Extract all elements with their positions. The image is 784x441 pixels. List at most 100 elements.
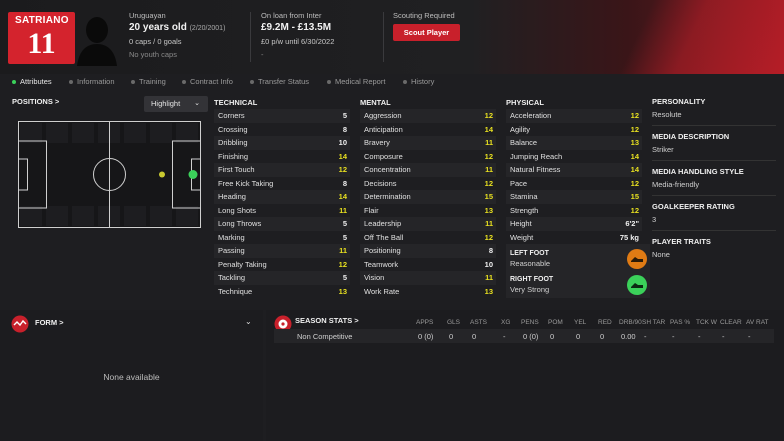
physical-row[interactable]: Height 6'2": [506, 217, 642, 231]
mental-row[interactable]: Teamwork 10: [360, 257, 496, 271]
tab-training[interactable]: Training: [131, 77, 166, 86]
attribute-value: 13: [484, 286, 493, 296]
technical-row[interactable]: Tackling 5: [214, 271, 350, 285]
column-header[interactable]: TCK W: [696, 319, 717, 326]
mental-row[interactable]: Positioning 8: [360, 244, 496, 258]
column-header[interactable]: XG: [501, 319, 510, 326]
personality-value: Resolute: [652, 110, 682, 119]
attribute-name: Concentration: [364, 165, 411, 175]
technical-row[interactable]: Crossing 8: [214, 122, 350, 136]
column-header[interactable]: GLS: [447, 319, 460, 326]
divider: [652, 230, 776, 231]
attribute-value: 12: [338, 165, 347, 175]
technical-row[interactable]: Passing 11: [214, 244, 350, 258]
tab-history[interactable]: History: [403, 77, 434, 86]
column-header[interactable]: PAS %: [670, 319, 690, 326]
technical-row[interactable]: Heading 14: [214, 190, 350, 204]
season-stats-title[interactable]: SEASON STATS >: [295, 316, 359, 325]
attribute-value: 12: [338, 259, 347, 269]
physical-row[interactable]: Stamina 15: [506, 190, 642, 204]
column-header[interactable]: POM: [548, 319, 563, 326]
attribute-value: 15: [630, 192, 639, 202]
mental-row[interactable]: Anticipation 14: [360, 122, 496, 136]
tab-contract-info[interactable]: Contract Info: [182, 77, 233, 86]
attribute-value: 11: [485, 219, 493, 229]
positions-title[interactable]: POSITIONS >: [12, 97, 59, 106]
technical-row[interactable]: First Touch 12: [214, 163, 350, 177]
tab-transfer-status[interactable]: Transfer Status: [250, 77, 309, 86]
header-decoration: [544, 0, 784, 74]
mental-row[interactable]: Aggression 12: [360, 109, 496, 123]
personality-title: PERSONALITY: [652, 97, 706, 106]
media-description-value: Striker: [652, 145, 674, 154]
technical-row[interactable]: Marking 5: [214, 230, 350, 244]
technical-row[interactable]: Technique 13: [214, 284, 350, 298]
column-header[interactable]: RED: [598, 319, 612, 326]
physical-row[interactable]: Jumping Reach 14: [506, 149, 642, 163]
mental-row[interactable]: Bravery 11: [360, 136, 496, 150]
stat-value: 0: [600, 332, 605, 341]
technical-row[interactable]: Free Kick Taking 8: [214, 176, 350, 190]
stat-value: -: [672, 332, 675, 341]
mental-row[interactable]: Off The Ball 12: [360, 230, 496, 244]
column-header[interactable]: CLEAR: [720, 319, 742, 326]
physical-row[interactable]: Natural Fitness 14: [506, 163, 642, 177]
physical-row[interactable]: Balance 13: [506, 136, 642, 150]
column-header[interactable]: AV RAT: [746, 319, 769, 326]
divider: [250, 12, 251, 62]
column-header[interactable]: APPS: [416, 319, 433, 326]
attribute-value: 14: [338, 192, 347, 202]
attribute-name: Positioning: [364, 246, 401, 256]
mental-row[interactable]: Composure 12: [360, 149, 496, 163]
player-traits-title: PLAYER TRAITS: [652, 237, 711, 246]
physical-row[interactable]: Pace 12: [506, 176, 642, 190]
mental-row[interactable]: Flair 13: [360, 203, 496, 217]
tab-attributes[interactable]: Attributes: [12, 77, 52, 86]
attribute-value: 12: [484, 178, 493, 188]
physical-row[interactable]: Agility 12: [506, 122, 642, 136]
stat-value: 0.00: [621, 332, 636, 341]
chevron-down-icon[interactable]: ⌄: [245, 317, 252, 326]
column-header[interactable]: DRB/90: [619, 319, 642, 326]
physical-row[interactable]: Strength 12: [506, 203, 642, 217]
dob: (2/20/2001): [189, 25, 226, 32]
technical-row[interactable]: Penalty Taking 12: [214, 257, 350, 271]
tab-information[interactable]: Information: [69, 77, 115, 86]
tab-label: Medical Report: [335, 77, 386, 86]
mental-row[interactable]: Vision 11: [360, 271, 496, 285]
attribute-name: Heading: [218, 192, 246, 202]
mental-row[interactable]: Decisions 12: [360, 176, 496, 190]
mental-row[interactable]: Determination 15: [360, 190, 496, 204]
feet-panel: LEFT FOOT Reasonable RIGHT FOOT Very Str…: [506, 244, 650, 298]
divider: [383, 12, 384, 62]
attribute-name: Crossing: [218, 124, 248, 134]
attribute-value: 10: [484, 259, 493, 269]
mental-row[interactable]: Leadership 11: [360, 217, 496, 231]
form-title[interactable]: FORM >: [35, 318, 64, 327]
mental-row[interactable]: Work Rate 13: [360, 284, 496, 298]
column-header[interactable]: SH TAR: [642, 319, 665, 326]
stat-value: -: [503, 332, 506, 341]
loan-status: On loan from Inter: [261, 11, 322, 20]
position-marker-natural: [188, 170, 198, 179]
column-header[interactable]: YEL: [574, 319, 586, 326]
tab-dot: [250, 80, 254, 85]
column-header[interactable]: ASTS: [470, 319, 487, 326]
form-icon: [11, 315, 29, 333]
column-header[interactable]: PENS: [521, 319, 539, 326]
technical-row[interactable]: Long Shots 11: [214, 203, 350, 217]
attribute-value: 15: [484, 192, 493, 202]
scouting-label: Scouting Required: [393, 11, 455, 20]
scout-player-button[interactable]: Scout Player: [393, 24, 460, 41]
tab-medical-report[interactable]: Medical Report: [327, 77, 385, 86]
mental-row[interactable]: Concentration 11: [360, 163, 496, 177]
highlight-dropdown[interactable]: Highlight ⌄: [144, 96, 208, 112]
technical-row[interactable]: Dribbling 10: [214, 136, 350, 150]
technical-row[interactable]: Corners 5: [214, 109, 350, 123]
physical-row[interactable]: Acceleration 12: [506, 109, 642, 123]
technical-row[interactable]: Finishing 14: [214, 149, 350, 163]
attribute-name: Vision: [364, 273, 385, 283]
technical-row[interactable]: Long Throws 5: [214, 217, 350, 231]
physical-row[interactable]: Weight 75 kg: [506, 230, 642, 244]
stat-value: -: [698, 332, 701, 341]
